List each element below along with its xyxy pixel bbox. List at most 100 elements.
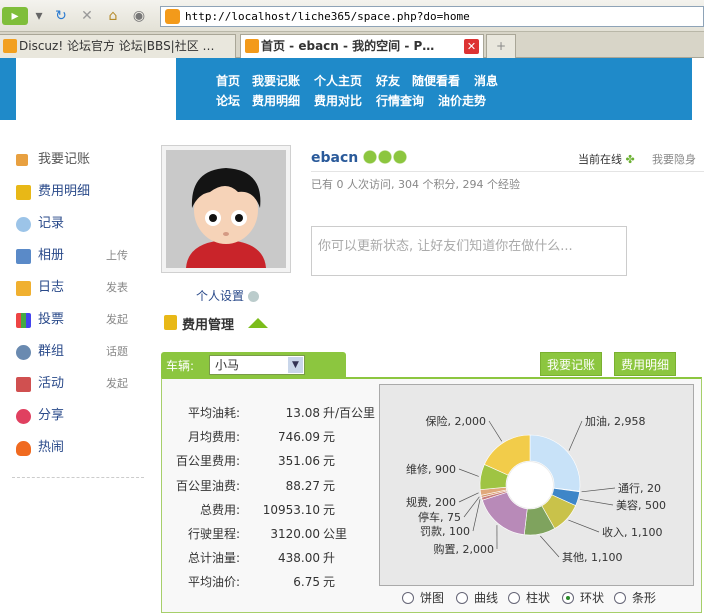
slice-label: 收入, 1,100 <box>602 525 662 539</box>
photo-icon <box>16 249 31 264</box>
sidebar-item-event[interactable]: 活动 发起 <box>4 368 150 400</box>
stat-value: 3120.00 <box>270 527 320 541</box>
close-tab-icon[interactable]: ✕ <box>464 39 479 54</box>
nav-record[interactable]: 我要记账 <box>252 72 300 89</box>
nav-browse[interactable]: 随便看看 <box>412 72 460 89</box>
stat-label: 平均油耗: <box>187 406 240 420</box>
avatar[interactable] <box>161 145 291 273</box>
sidebar-item-album[interactable]: 相册 上传 <box>4 240 150 272</box>
nav-profile[interactable]: 个人主页 <box>314 72 362 89</box>
level-badges-icon <box>363 150 408 164</box>
personal-settings-link[interactable]: 个人设置 <box>196 287 260 304</box>
car-select[interactable]: 小马 ▼ <box>209 355 305 375</box>
expense-panel: 平均油耗: 13.08 升/百公里 月均费用: 746.09 元百公里费用: 351.06 元… <box>161 377 702 613</box>
slice-label: 加油, 2,958 <box>585 414 645 428</box>
nav-messages[interactable]: 消息 <box>474 72 498 89</box>
pencil-icon <box>16 154 28 166</box>
slice-label: 美容, 500 <box>616 498 666 512</box>
radio-pie[interactable]: 饼图 <box>402 589 444 606</box>
stat-unit: 元 <box>323 430 336 445</box>
address-bar[interactable]: http://localhost/liche365/space.php?do=h… <box>160 6 704 27</box>
tab-label: 首页 - ebacn - 我的空间 - P… <box>261 39 435 53</box>
leader-line <box>488 420 503 442</box>
browser-toolbar: ▸ ▾ ↻ ✕ ⌂ ◉ http://localhost/liche365/sp… <box>0 0 704 32</box>
leader-line <box>581 487 616 493</box>
record-expense-button[interactable]: 我要记账 <box>540 352 602 376</box>
donut-chart: 加油, 2,958 通行, 20 美容, 500 收入, 1,100 其他, 1,100… <box>379 384 694 586</box>
nav-market[interactable]: 行情查询 <box>376 92 424 109</box>
sidebar: 我要记账 费用明细 记录 相册 上传 日志 发表 投票 发起 群组 话题 活动 发起 分享… <box>4 144 150 478</box>
speech-bubble-icon <box>16 217 31 232</box>
chart-svg: 加油, 2,958 通行, 20 美容, 500 收入, 1,100 其他, 1,100… <box>406 414 666 564</box>
car-label: 车辆: <box>166 359 195 373</box>
bar-chart-icon <box>16 313 31 328</box>
hearts-icon <box>16 409 31 424</box>
stat-value: 6.75 <box>293 575 320 590</box>
sidebar-item-poll[interactable]: 投票 发起 <box>4 304 150 336</box>
sidebar-item-share[interactable]: 分享 <box>4 400 150 432</box>
leader-line <box>579 499 614 506</box>
chevron-down-icon: ▼ <box>288 357 303 373</box>
tab-discuz[interactable]: Discuz! 论坛官方 论坛|BBS|社区 … <box>0 34 236 58</box>
home-icon[interactable]: ⌂ <box>104 7 122 25</box>
sidebar-item-group[interactable]: 群组 话题 <box>4 336 150 368</box>
refresh-icon[interactable]: ↻ <box>52 7 70 25</box>
sidebar-sub-upload[interactable]: 上传 <box>106 240 128 272</box>
status-input[interactable]: 你可以更新状态, 让好友们知道你在做什么... <box>311 226 627 276</box>
tab-space[interactable]: 首页 - ebacn - 我的空间 - P… ✕ <box>240 34 484 58</box>
nav-friends[interactable]: 好友 <box>376 72 400 89</box>
stat-unit: 元 <box>323 502 336 517</box>
nav-home[interactable]: 首页 <box>216 72 240 89</box>
sidebar-item-hot[interactable]: 热闹 <box>4 432 150 464</box>
radio-line[interactable]: 曲线 <box>456 589 498 606</box>
divider <box>12 477 144 478</box>
nav-oil-price[interactable]: 油价走势 <box>438 92 486 109</box>
leader-line <box>540 535 560 558</box>
stat-value: 10953.10 <box>262 502 320 517</box>
sidebar-item-log[interactable]: 记录 <box>4 208 150 240</box>
profile-stats: 已有 0 人次访问, 304 个积分, 294 个经验 <box>311 178 520 191</box>
sidebar-sub-start[interactable]: 发起 <box>106 304 128 336</box>
stat-label: 总计油量: <box>187 551 240 566</box>
sidebar-item-expense-detail[interactable]: 费用明细 <box>4 176 150 208</box>
slice-label: 其他, 1,100 <box>562 551 622 564</box>
back-icon[interactable]: ▸ <box>2 7 28 25</box>
tab-strip: Discuz! 论坛官方 论坛|BBS|社区 … 首页 - ebacn - 我的… <box>0 32 704 58</box>
dropdown-icon[interactable]: ▾ <box>30 7 48 25</box>
nav-forum[interactable]: 论坛 <box>216 92 240 109</box>
username[interactable]: ebacn <box>311 150 408 166</box>
expense-detail-button[interactable]: 费用明细 <box>614 352 676 376</box>
money-icon <box>164 315 177 330</box>
new-tab-icon[interactable]: + <box>486 34 516 58</box>
sidebar-sub-topic[interactable]: 话题 <box>106 336 128 368</box>
stat-label: 行驶里程: <box>187 527 240 541</box>
logo-area <box>16 58 176 120</box>
sidebar-sub-start[interactable]: 发起 <box>106 368 128 400</box>
sidebar-item-record[interactable]: 我要记账 <box>4 144 150 176</box>
go-invisible-link[interactable]: 我要隐身 <box>652 151 696 167</box>
section-title: 费用管理 <box>164 314 268 333</box>
stat-unit: 元 <box>323 454 336 469</box>
stat-label: 总费用: <box>199 502 240 517</box>
leader-line <box>458 468 479 477</box>
sidebar-item-blog[interactable]: 日志 发表 <box>4 272 150 304</box>
stat-value: 88.27 <box>285 478 320 493</box>
slice-label: 停车, 75 <box>418 510 461 524</box>
radio-bar[interactable]: 柱状 <box>508 589 550 606</box>
slice-label: 罚款, 100 <box>420 524 470 538</box>
collapse-icon[interactable] <box>248 318 268 328</box>
sidebar-sub-publish[interactable]: 发表 <box>106 272 128 304</box>
radio-strip[interactable]: 条形 <box>614 589 656 606</box>
radio-ring[interactable]: 环状 <box>562 589 604 606</box>
nav-expense-compare[interactable]: 费用对比 <box>314 92 362 109</box>
stop-icon[interactable]: ✕ <box>78 7 96 25</box>
slice-label: 保险, 2,000 <box>426 414 486 428</box>
slice-label: 维修, 900 <box>406 462 456 476</box>
clover-icon: ✤ <box>625 153 635 166</box>
bookmark-icon[interactable]: ◉ <box>130 7 148 25</box>
stat-value: 13.08 <box>285 406 320 420</box>
nav-expense-detail[interactable]: 费用明细 <box>252 92 300 109</box>
stat-value: 438.00 <box>278 551 320 566</box>
leader-line <box>568 420 583 451</box>
leader-line <box>458 492 479 503</box>
